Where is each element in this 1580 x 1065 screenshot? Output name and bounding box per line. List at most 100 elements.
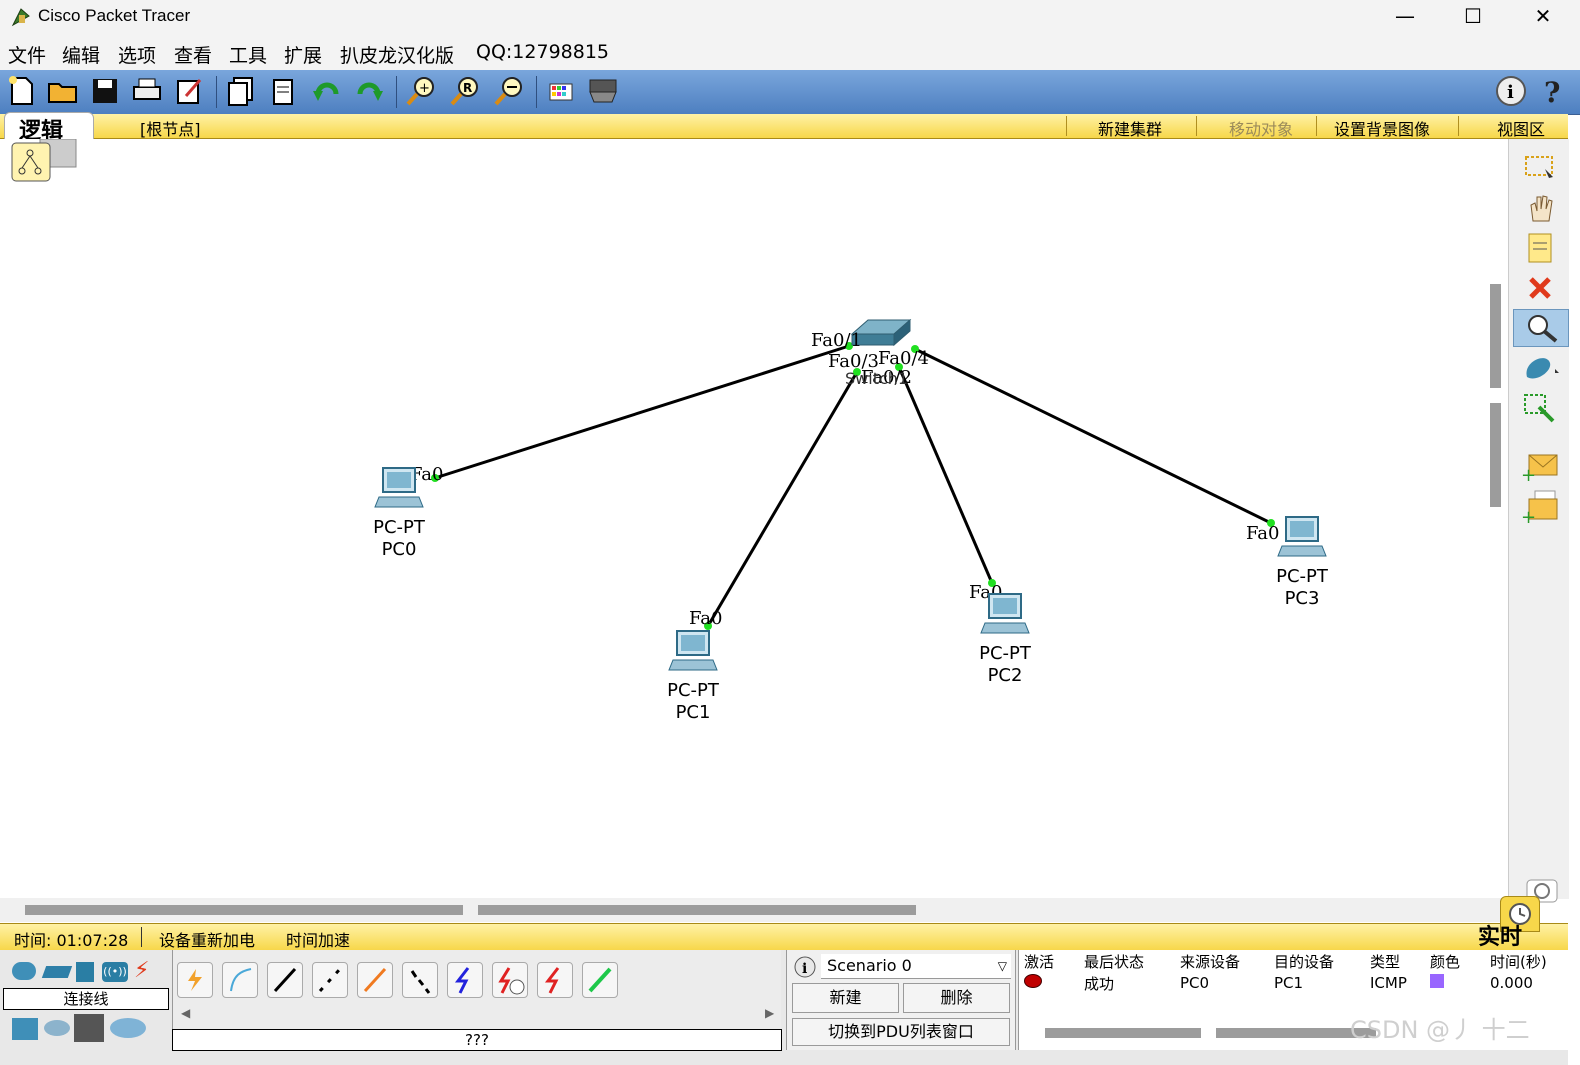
menu-file[interactable]: 文件 <box>8 41 46 68</box>
print-icon[interactable] <box>130 74 164 108</box>
octal-cable-icon[interactable] <box>582 962 618 998</box>
pc3-device[interactable]: PC-PT PC3 <box>1265 514 1339 610</box>
logical-workspace-canvas[interactable]: Fa0/1 Fa0/3 Fa0/4 Fa0/2 Switch1 Fa0 PC-P… <box>0 139 1509 897</box>
horizontal-scrollbar-thumb[interactable] <box>478 905 916 915</box>
vertical-scrollbar-thumb[interactable] <box>1490 403 1501 507</box>
delete-scenario-button[interactable]: 删除 <box>903 983 1010 1013</box>
redo-icon[interactable] <box>352 74 386 108</box>
zoom-out-icon[interactable] <box>492 74 526 108</box>
zoom-reset-icon[interactable]: R <box>448 74 482 108</box>
console-cable-icon[interactable] <box>222 962 258 998</box>
link-pc2[interactable] <box>897 366 994 584</box>
phone-cable-icon[interactable] <box>402 962 438 998</box>
pdu-scrollbar-thumb[interactable] <box>1045 1028 1201 1038</box>
link-pc3[interactable] <box>914 347 1272 525</box>
menu-localized-edition[interactable]: 扒皮龙汉化版 <box>340 41 454 68</box>
connections-category-icon[interactable]: ⚡ <box>134 958 149 983</box>
info-icon[interactable]: i <box>1494 74 1528 108</box>
palette-icon[interactable] <box>544 74 578 108</box>
link-pc0[interactable] <box>434 344 850 480</box>
table-row[interactable]: 成功 PC0 PC1 ICMP 0.000 <box>1020 972 1564 994</box>
menu-qq[interactable]: QQ:12798815 <box>476 41 609 63</box>
draw-shape-icon[interactable] <box>1521 351 1559 385</box>
power-cycle-button[interactable]: 设备重新加电 <box>159 927 255 951</box>
scroll-left-icon[interactable]: ◀ <box>181 1006 190 1020</box>
menu-edit[interactable]: 编辑 <box>62 41 100 68</box>
add-complex-pdu-icon[interactable]: + <box>1521 489 1559 528</box>
pc0-device[interactable]: PC-PT PC0 <box>362 465 436 561</box>
column-header: 激活 <box>1024 952 1055 971</box>
link-pc1[interactable] <box>706 371 859 627</box>
save-icon[interactable] <box>88 74 122 108</box>
horizontal-scrollbar-thumb[interactable] <box>25 905 463 915</box>
scenario-dropdown[interactable]: Scenario 0 ▽ <box>821 954 1011 979</box>
paste-icon[interactable] <box>266 74 300 108</box>
activity-wizard-icon[interactable] <box>172 74 206 108</box>
undo-icon[interactable] <box>310 74 344 108</box>
note-icon[interactable] <box>1521 231 1559 265</box>
menu-extensions[interactable]: 扩展 <box>284 41 322 68</box>
fiber-icon[interactable] <box>357 962 393 998</box>
copper-straight-through-icon[interactable] <box>267 962 303 998</box>
multiuser-connection-icon[interactable] <box>110 1018 146 1038</box>
close-button[interactable]: ✕ <box>1508 0 1578 34</box>
move-object-button[interactable]: 移动对象 <box>1229 116 1293 140</box>
status-separator <box>141 927 142 947</box>
pc1-device[interactable]: PC-PT PC1 <box>656 628 730 724</box>
fast-forward-button[interactable]: 时间加速 <box>286 927 350 951</box>
pdu-table: 激活 最后状态 来源设备 目的设备 类型 颜色 时间(秒) 成功 PC0 PC1… <box>1020 950 1564 994</box>
new-scenario-button[interactable]: 新建 <box>792 983 899 1013</box>
select-icon[interactable] <box>1521 151 1559 185</box>
header-separator <box>1066 116 1067 136</box>
device-name-label: PC0 <box>381 539 417 560</box>
status-dot-icon <box>1024 974 1042 988</box>
resize-shape-icon[interactable] <box>1521 391 1559 425</box>
router-category-icon[interactable] <box>12 962 36 980</box>
last-status-cell: 成功 <box>1084 974 1115 993</box>
delete-icon[interactable] <box>1521 271 1559 305</box>
column-header: 最后状态 <box>1084 952 1145 971</box>
minimize-button[interactable]: — <box>1370 0 1440 34</box>
menu-tools[interactable]: 工具 <box>229 41 267 68</box>
zoom-in-icon[interactable]: + <box>404 74 438 108</box>
new-cluster-button[interactable]: 新建集群 <box>1098 116 1162 140</box>
column-header: 来源设备 <box>1180 952 1241 971</box>
toggle-pdu-list-button[interactable]: 切换到PDU列表窗口 <box>792 1018 1010 1046</box>
vertical-scrollbar-thumb[interactable] <box>1490 284 1501 388</box>
set-background-button[interactable]: 设置背景图像 <box>1334 116 1430 140</box>
column-header: 目的设备 <box>1274 952 1335 971</box>
menu-view[interactable]: 查看 <box>174 41 212 68</box>
scroll-right-icon[interactable]: ▶ <box>765 1006 774 1020</box>
serial-dce-icon[interactable] <box>492 962 528 998</box>
copper-cross-over-icon[interactable] <box>312 962 348 998</box>
help-icon[interactable]: ? <box>1538 74 1572 109</box>
root-node-breadcrumb[interactable]: [根节点] <box>140 116 201 140</box>
viewport-button[interactable]: 视图区 <box>1497 116 1545 140</box>
custom-device-icon[interactable] <box>586 74 620 108</box>
pc-port-label: Fa0 <box>689 608 723 629</box>
active-indicator[interactable] <box>1020 972 1080 994</box>
add-simple-pdu-icon[interactable]: + <box>1521 449 1559 486</box>
switch-category-icon[interactable] <box>41 966 73 978</box>
wireless-category-icon[interactable]: ((•)) <box>102 962 128 982</box>
custom-device-category-icon[interactable] <box>74 1014 104 1042</box>
menu-options[interactable]: 选项 <box>118 41 156 68</box>
connection-types-scrollbar[interactable]: ◀ ▶ <box>177 1006 777 1022</box>
open-folder-icon[interactable] <box>46 74 80 108</box>
horizontal-scrollbar[interactable] <box>0 898 1508 922</box>
realtime-mode-tab[interactable]: 实时 <box>1478 919 1522 951</box>
status-bar: 时间: 01:07:28 设备重新加电 时间加速 <box>0 923 1568 951</box>
end-device-category-icon[interactable] <box>12 1018 38 1040</box>
inspect-icon[interactable] <box>1513 309 1569 347</box>
hand-move-icon[interactable] <box>1521 191 1559 225</box>
auto-connection-icon[interactable] <box>177 962 213 998</box>
pc2-device[interactable]: PC-PT PC2 <box>968 591 1042 687</box>
coaxial-cable-icon[interactable] <box>447 962 483 998</box>
copy-icon[interactable] <box>224 74 258 108</box>
serial-dte-icon[interactable] <box>537 962 573 998</box>
maximize-button[interactable]: ☐ <box>1438 0 1508 34</box>
wan-emulation-category-icon[interactable] <box>44 1020 70 1036</box>
new-file-icon[interactable] <box>4 74 38 108</box>
device-type-label: PC-PT <box>373 517 425 538</box>
hub-category-icon[interactable] <box>76 962 94 982</box>
